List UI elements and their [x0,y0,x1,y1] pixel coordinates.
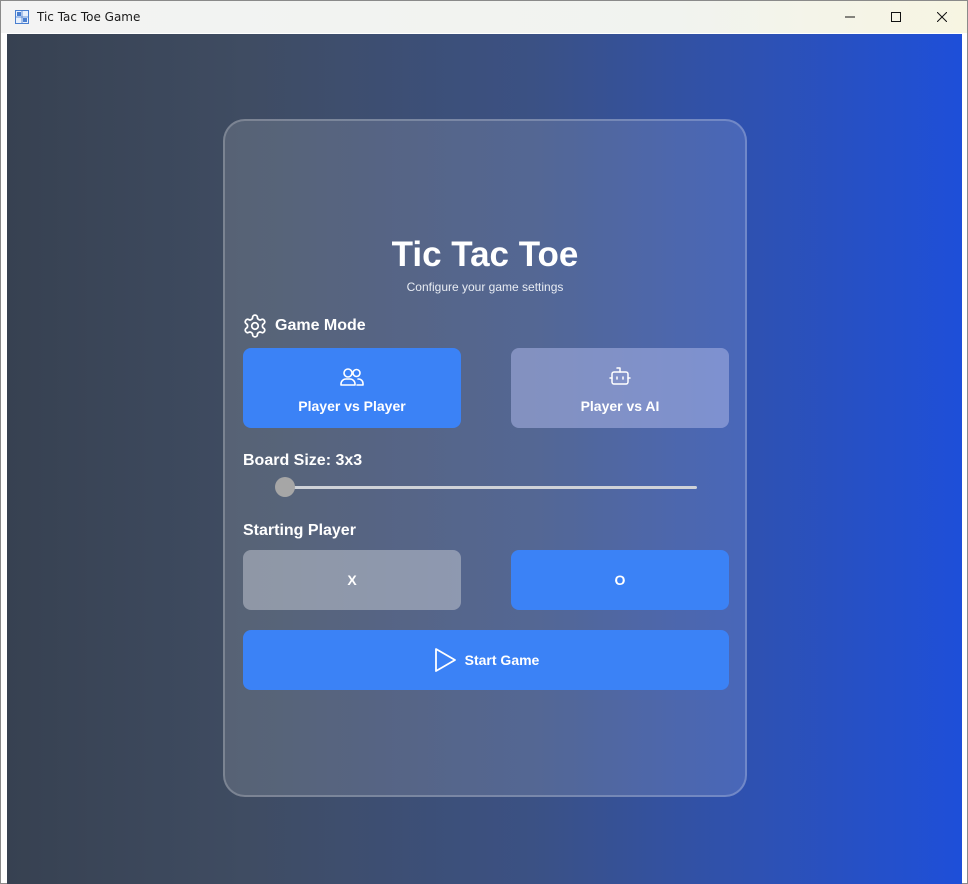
users-icon [340,368,364,386]
player-vs-ai-label: Player vs AI [580,398,660,414]
page-subtitle: Configure your game settings [406,280,564,294]
player-vs-player-button[interactable]: Player vs Player [243,348,461,428]
app-content: Tic Tac Toe Configure your game settings… [7,34,962,884]
player-vs-ai-button[interactable]: Player vs AI [511,348,729,428]
starting-player-x-label: X [347,572,357,588]
settings-card: Tic Tac Toe Configure your game settings… [223,119,747,797]
board-size-slider-track[interactable] [285,486,697,489]
minimize-button[interactable] [827,1,873,33]
board-size-slider-thumb[interactable] [275,477,295,497]
close-button[interactable] [919,1,965,33]
gear-icon [244,314,266,338]
starting-player-o-button[interactable]: O [511,550,729,610]
game-mode-label: Game Mode [275,317,366,334]
close-icon [937,12,947,22]
starting-player-x-button[interactable]: X [243,550,461,610]
board-size-label: Board Size: 3x3 [243,452,363,469]
title-bar: Tic Tac Toe Game [1,1,967,33]
starting-player-o-label: O [614,572,626,588]
window-title: Tic Tac Toe Game [37,10,141,24]
starting-player-label: Starting Player [243,522,356,539]
minimize-icon [845,16,855,18]
robot-icon [609,367,631,385]
app-window: Tic Tac Toe Game Tic Tac Toe Configure y… [0,0,968,884]
app-icon [15,10,29,24]
maximize-button[interactable] [873,1,919,33]
page-title: Tic Tac Toe [391,235,579,274]
play-icon [434,648,456,672]
maximize-icon [891,12,901,22]
player-vs-player-label: Player vs Player [298,398,406,414]
start-game-label: Start Game [464,652,540,668]
start-game-button[interactable]: Start Game [243,630,729,690]
